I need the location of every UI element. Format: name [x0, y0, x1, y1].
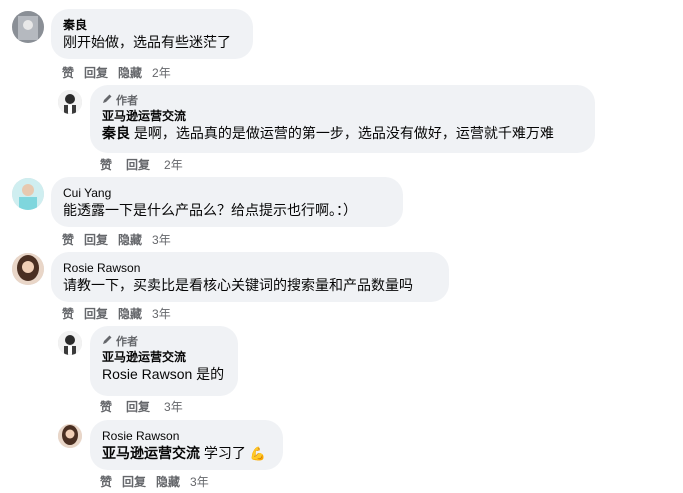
avatar-rosie[interactable]	[12, 253, 44, 285]
comment-bubble: Cui Yang 能透露一下是什么产品么？给点提示也行啊。：）	[51, 177, 403, 227]
like-button[interactable]: 赞	[100, 473, 112, 490]
pencil-icon	[102, 93, 113, 108]
mention-link[interactable]: 秦良	[102, 125, 130, 141]
reply-bubble: 作者 亚马逊运营交流 秦良 是啊，选品真的是做运营的第一步，选品没有做好，运营就…	[90, 85, 595, 153]
reply-bubble: Rosie Rawson 亚马逊运营交流 学习了 💪	[90, 420, 283, 470]
timestamp[interactable]: 2年	[152, 64, 171, 81]
flexed-biceps-icon: 💪	[249, 446, 266, 461]
reply-button[interactable]: 回复	[126, 398, 150, 415]
comment-actions: 赞 回复 隐藏 3年	[62, 231, 171, 248]
author-badge: 作者	[102, 334, 226, 349]
reply-button[interactable]: 回复	[84, 64, 108, 81]
author-badge-label: 作者	[116, 335, 138, 348]
reply-button[interactable]: 回复	[84, 305, 108, 322]
like-button[interactable]: 赞	[62, 231, 74, 248]
comment-text: 请教一下，买卖比是看核心关键词的搜索量和产品数量吗	[63, 277, 413, 293]
comment-text: 能透露一下是什么产品么？给点提示也行啊。：）	[63, 202, 357, 218]
commenter-name[interactable]: 亚马逊运营交流	[102, 349, 226, 365]
avatar-cuiyang[interactable]	[12, 178, 44, 210]
timestamp[interactable]: 3年	[190, 473, 209, 490]
commenter-name[interactable]: Rosie Rawson	[63, 260, 437, 276]
comment-actions: 赞 回复 3年	[100, 398, 183, 415]
comment-text: 刚开始做，选品有些迷茫了	[63, 34, 231, 50]
comment-text: 亚马逊运营交流 学习了 💪	[102, 445, 266, 461]
hide-button[interactable]: 隐藏	[118, 305, 142, 322]
hide-button[interactable]: 隐藏	[118, 64, 142, 81]
commenter-name[interactable]: 亚马逊运营交流	[102, 108, 583, 124]
hide-button[interactable]: 隐藏	[118, 231, 142, 248]
avatar-page-author[interactable]	[58, 331, 82, 355]
commenter-name[interactable]: Rosie Rawson	[102, 428, 271, 444]
comment-actions: 赞 回复 2年	[100, 156, 183, 173]
author-badge-label: 作者	[116, 94, 138, 107]
author-badge: 作者	[102, 93, 583, 108]
reply-button[interactable]: 回复	[84, 231, 108, 248]
hide-button[interactable]: 隐藏	[156, 473, 180, 490]
mention-link[interactable]: 亚马逊运营交流	[102, 445, 200, 461]
mention-link[interactable]: Rosie Rawson	[102, 366, 192, 382]
timestamp[interactable]: 3年	[164, 398, 183, 415]
comment-actions: 赞 回复 隐藏 3年	[62, 305, 171, 322]
comment-text: Rosie Rawson 是的	[102, 366, 225, 382]
comment-bubble: Rosie Rawson 请教一下，买卖比是看核心关键词的搜索量和产品数量吗	[51, 252, 449, 302]
like-button[interactable]: 赞	[62, 64, 74, 81]
comment-text: 秦良 是啊，选品真的是做运营的第一步，选品没有做好，运营就千难万难	[102, 125, 554, 141]
avatar-rosie[interactable]	[58, 424, 82, 448]
like-button[interactable]: 赞	[100, 156, 112, 173]
pencil-icon	[102, 334, 113, 349]
timestamp[interactable]: 2年	[164, 156, 183, 173]
commenter-name[interactable]: Cui Yang	[63, 185, 391, 201]
avatar-qinliang[interactable]	[12, 11, 44, 43]
reply-button[interactable]: 回复	[126, 156, 150, 173]
avatar-page-author[interactable]	[58, 90, 82, 114]
comment-actions: 赞 回复 隐藏 2年	[62, 64, 171, 81]
commenter-name[interactable]: 秦良	[63, 17, 241, 33]
comment-bubble: 秦良 刚开始做，选品有些迷茫了	[51, 9, 253, 59]
timestamp[interactable]: 3年	[152, 231, 171, 248]
like-button[interactable]: 赞	[62, 305, 74, 322]
timestamp[interactable]: 3年	[152, 305, 171, 322]
comment-actions: 赞 回复 隐藏 3年	[100, 473, 209, 490]
reply-bubble: 作者 亚马逊运营交流 Rosie Rawson 是的	[90, 326, 238, 396]
reply-button[interactable]: 回复	[122, 473, 146, 490]
like-button[interactable]: 赞	[100, 398, 112, 415]
